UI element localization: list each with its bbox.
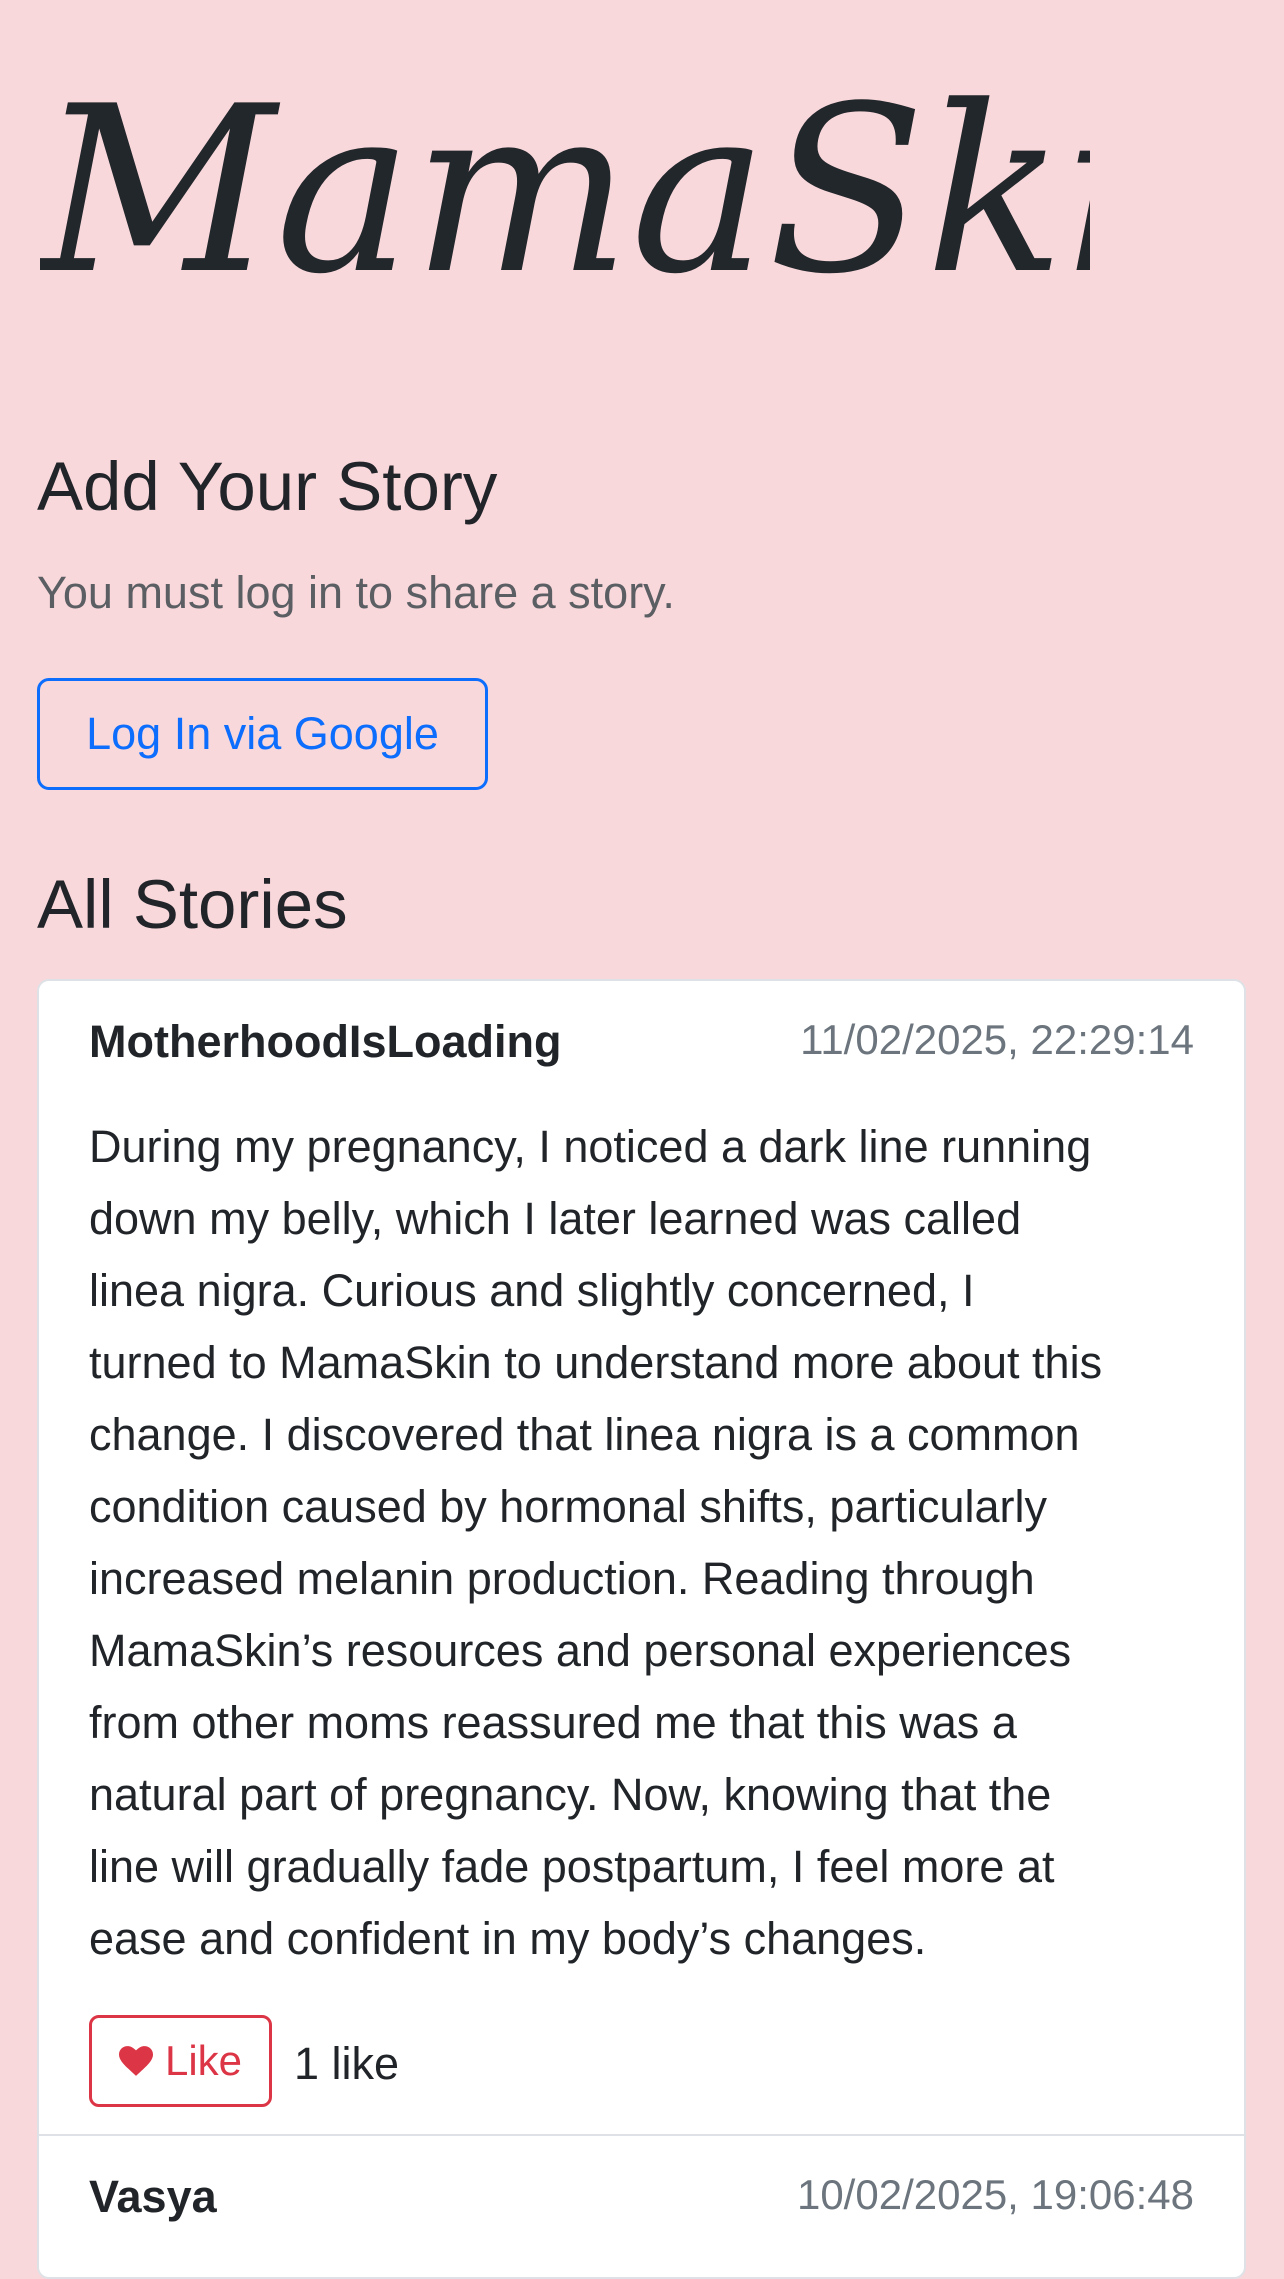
login-required-note: You must log in to share a story. [37, 567, 675, 618]
all-stories-title: All Stories [37, 866, 348, 943]
story-card: MotherhoodIsLoading 11/02/2025, 22:29:14… [39, 981, 1244, 2136]
story-card: Vasya 10/02/2025, 19:06:48 [39, 2136, 1244, 2276]
story-date: 11/02/2025, 22:29:14 [800, 1016, 1194, 1063]
like-count: 1 like [294, 2038, 400, 2089]
story-author: Vasya [89, 2171, 217, 2222]
mamaskin-logo: MamaSkin [40, 60, 1090, 300]
like-button-label: Like [164, 2037, 243, 2084]
google-login-button[interactable]: Log In via Google [37, 678, 488, 790]
story-author: MotherhoodIsLoading [89, 1016, 562, 1067]
add-story-title: Add Your Story [37, 448, 498, 525]
logo-text: MamaSkin [40, 60, 1090, 300]
story-text: During my pregnancy, I noticed a dark li… [89, 1121, 1103, 1964]
story-list: MotherhoodIsLoading 11/02/2025, 22:29:14… [37, 979, 1246, 2279]
like-button[interactable]: Like [89, 2015, 272, 2107]
heart-icon [118, 2046, 153, 2076]
story-date: 10/02/2025, 19:06:48 [796, 2171, 1194, 2218]
